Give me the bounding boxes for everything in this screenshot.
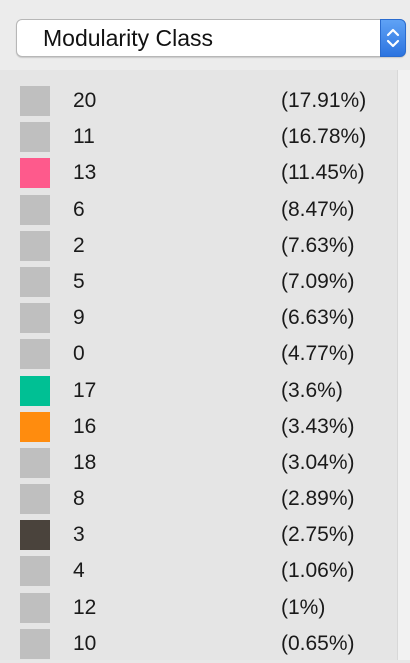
class-percentage: (0.65%) [281,631,355,655]
class-label: 0 [73,342,85,366]
class-percentage: (3.43%) [281,414,355,438]
class-label: 6 [73,197,85,221]
color-swatch[interactable] [20,411,50,442]
class-label: 9 [73,306,85,330]
legend-row[interactable]: 17 (3.6%) [0,374,398,410]
color-swatch[interactable] [20,484,50,515]
class-percentage: (16.78%) [281,125,367,149]
chevron-up-down-icon[interactable] [380,19,406,57]
class-percentage: (11.45%) [281,161,365,185]
class-percentage: (3.04%) [281,450,355,474]
legend-row[interactable]: 2 (7.63%) [0,229,398,265]
color-swatch[interactable] [20,556,50,587]
color-swatch[interactable] [20,447,50,478]
class-percentage: (8.47%) [281,197,355,221]
class-percentage: (1%) [281,595,326,619]
legend-row[interactable]: 20 (17.91%) [0,84,398,120]
legend-row[interactable]: 16 (3.43%) [0,410,398,446]
color-swatch[interactable] [20,194,50,225]
legend-row[interactable]: 4 (1.06%) [0,554,398,590]
class-label: 4 [73,559,85,583]
class-label: 5 [73,269,85,293]
class-label: 2 [73,233,85,257]
partition-dropdown[interactable]: Modularity Class [16,19,406,57]
legend-row[interactable]: 6 (8.47%) [0,193,398,229]
class-percentage: (4.77%) [281,342,355,366]
color-swatch[interactable] [20,339,50,370]
legend-row[interactable]: 12 (1%) [0,591,398,627]
color-swatch[interactable] [20,303,50,334]
class-label: 12 [73,595,97,619]
legend-row[interactable]: 11 (16.78%) [0,120,398,156]
class-label: 20 [73,89,97,112]
class-label: 16 [73,414,97,438]
legend-row[interactable]: 10 (0.65%) [0,627,398,663]
color-swatch[interactable] [20,592,50,623]
legend-row[interactable]: 18 (3.04%) [0,446,398,482]
class-label: 18 [73,450,97,474]
class-label: 10 [73,631,97,655]
class-percentage: (7.63%) [281,233,355,257]
color-swatch[interactable] [20,230,50,261]
scrollbar-track[interactable] [397,70,410,660]
legend-row[interactable]: 13 (11.45%) [0,156,398,192]
class-percentage: (2.89%) [281,487,355,511]
class-label: 17 [73,378,97,402]
class-label: 3 [73,523,85,547]
class-label: 13 [73,161,97,185]
class-percentage: (1.06%) [281,559,355,583]
color-swatch[interactable] [20,86,50,116]
class-percentage: (7.09%) [281,269,355,293]
color-swatch[interactable] [20,375,50,406]
class-percentage: (3.6%) [281,378,343,402]
color-swatch[interactable] [20,158,50,189]
partition-selector-area: Modularity Class [0,0,410,70]
legend-row[interactable]: 5 (7.09%) [0,265,398,301]
class-label: 8 [73,487,85,511]
color-swatch[interactable] [20,520,50,551]
color-swatch[interactable] [20,628,50,659]
legend-row[interactable]: 0 (4.77%) [0,337,398,373]
legend-list: 20 (17.91%) 11 (16.78%) 13 (11.45%) 6 (8.47%) 2 (… [0,84,398,663]
color-swatch[interactable] [20,266,50,297]
class-percentage: (17.91%) [281,89,367,112]
class-percentage: (2.75%) [281,523,355,547]
class-label: 11 [73,125,95,149]
class-percentage: (6.63%) [281,306,355,330]
legend-row[interactable]: 8 (2.89%) [0,482,398,518]
legend-row[interactable]: 3 (2.75%) [0,518,398,554]
legend-panel: 20 (17.91%) 11 (16.78%) 13 (11.45%) 6 (8.47%) 2 (… [0,70,410,660]
legend-row[interactable]: 9 (6.63%) [0,301,398,337]
dropdown-selected-value: Modularity Class [43,25,213,51]
color-swatch[interactable] [20,122,50,153]
